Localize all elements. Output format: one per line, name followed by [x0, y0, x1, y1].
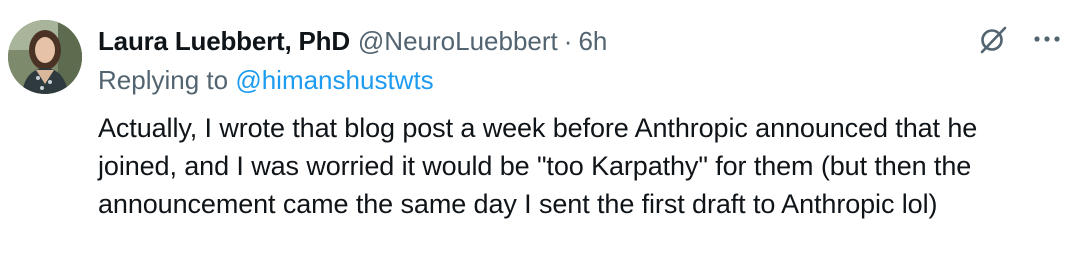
- tweet-text-line: joined, and I was worried it would be "t…: [98, 151, 972, 181]
- grok-button[interactable]: [976, 22, 1010, 56]
- more-options-icon: [1034, 36, 1060, 42]
- more-button[interactable]: [1030, 22, 1064, 56]
- reply-target-handle[interactable]: @himanshustwts: [235, 65, 433, 95]
- user-handle[interactable]: @NeuroLuebbert: [358, 26, 558, 57]
- timestamp[interactable]: 6h: [578, 26, 607, 57]
- grok-icon: [980, 26, 1007, 54]
- separator-dot: ·: [563, 25, 573, 56]
- tweet-actions: [976, 22, 1064, 56]
- replying-to: Replying to @himanshustwts: [98, 65, 434, 96]
- avatar-image: [8, 20, 82, 94]
- tweet-text-line: announcement came the same day I sent th…: [98, 189, 938, 219]
- avatar[interactable]: [8, 20, 82, 94]
- replying-to-label: Replying to: [98, 65, 229, 95]
- tweet-text-line: Actually, I wrote that blog post a week …: [98, 113, 978, 143]
- display-name[interactable]: Laura Luebbert, PhD: [98, 26, 350, 57]
- tweet-header: Laura Luebbert, PhD @NeuroLuebbert · 6h: [98, 24, 607, 58]
- tweet-text: Actually, I wrote that blog post a week …: [98, 109, 1068, 223]
- tweet[interactable]: Laura Luebbert, PhD @NeuroLuebbert · 6h …: [0, 0, 1080, 258]
